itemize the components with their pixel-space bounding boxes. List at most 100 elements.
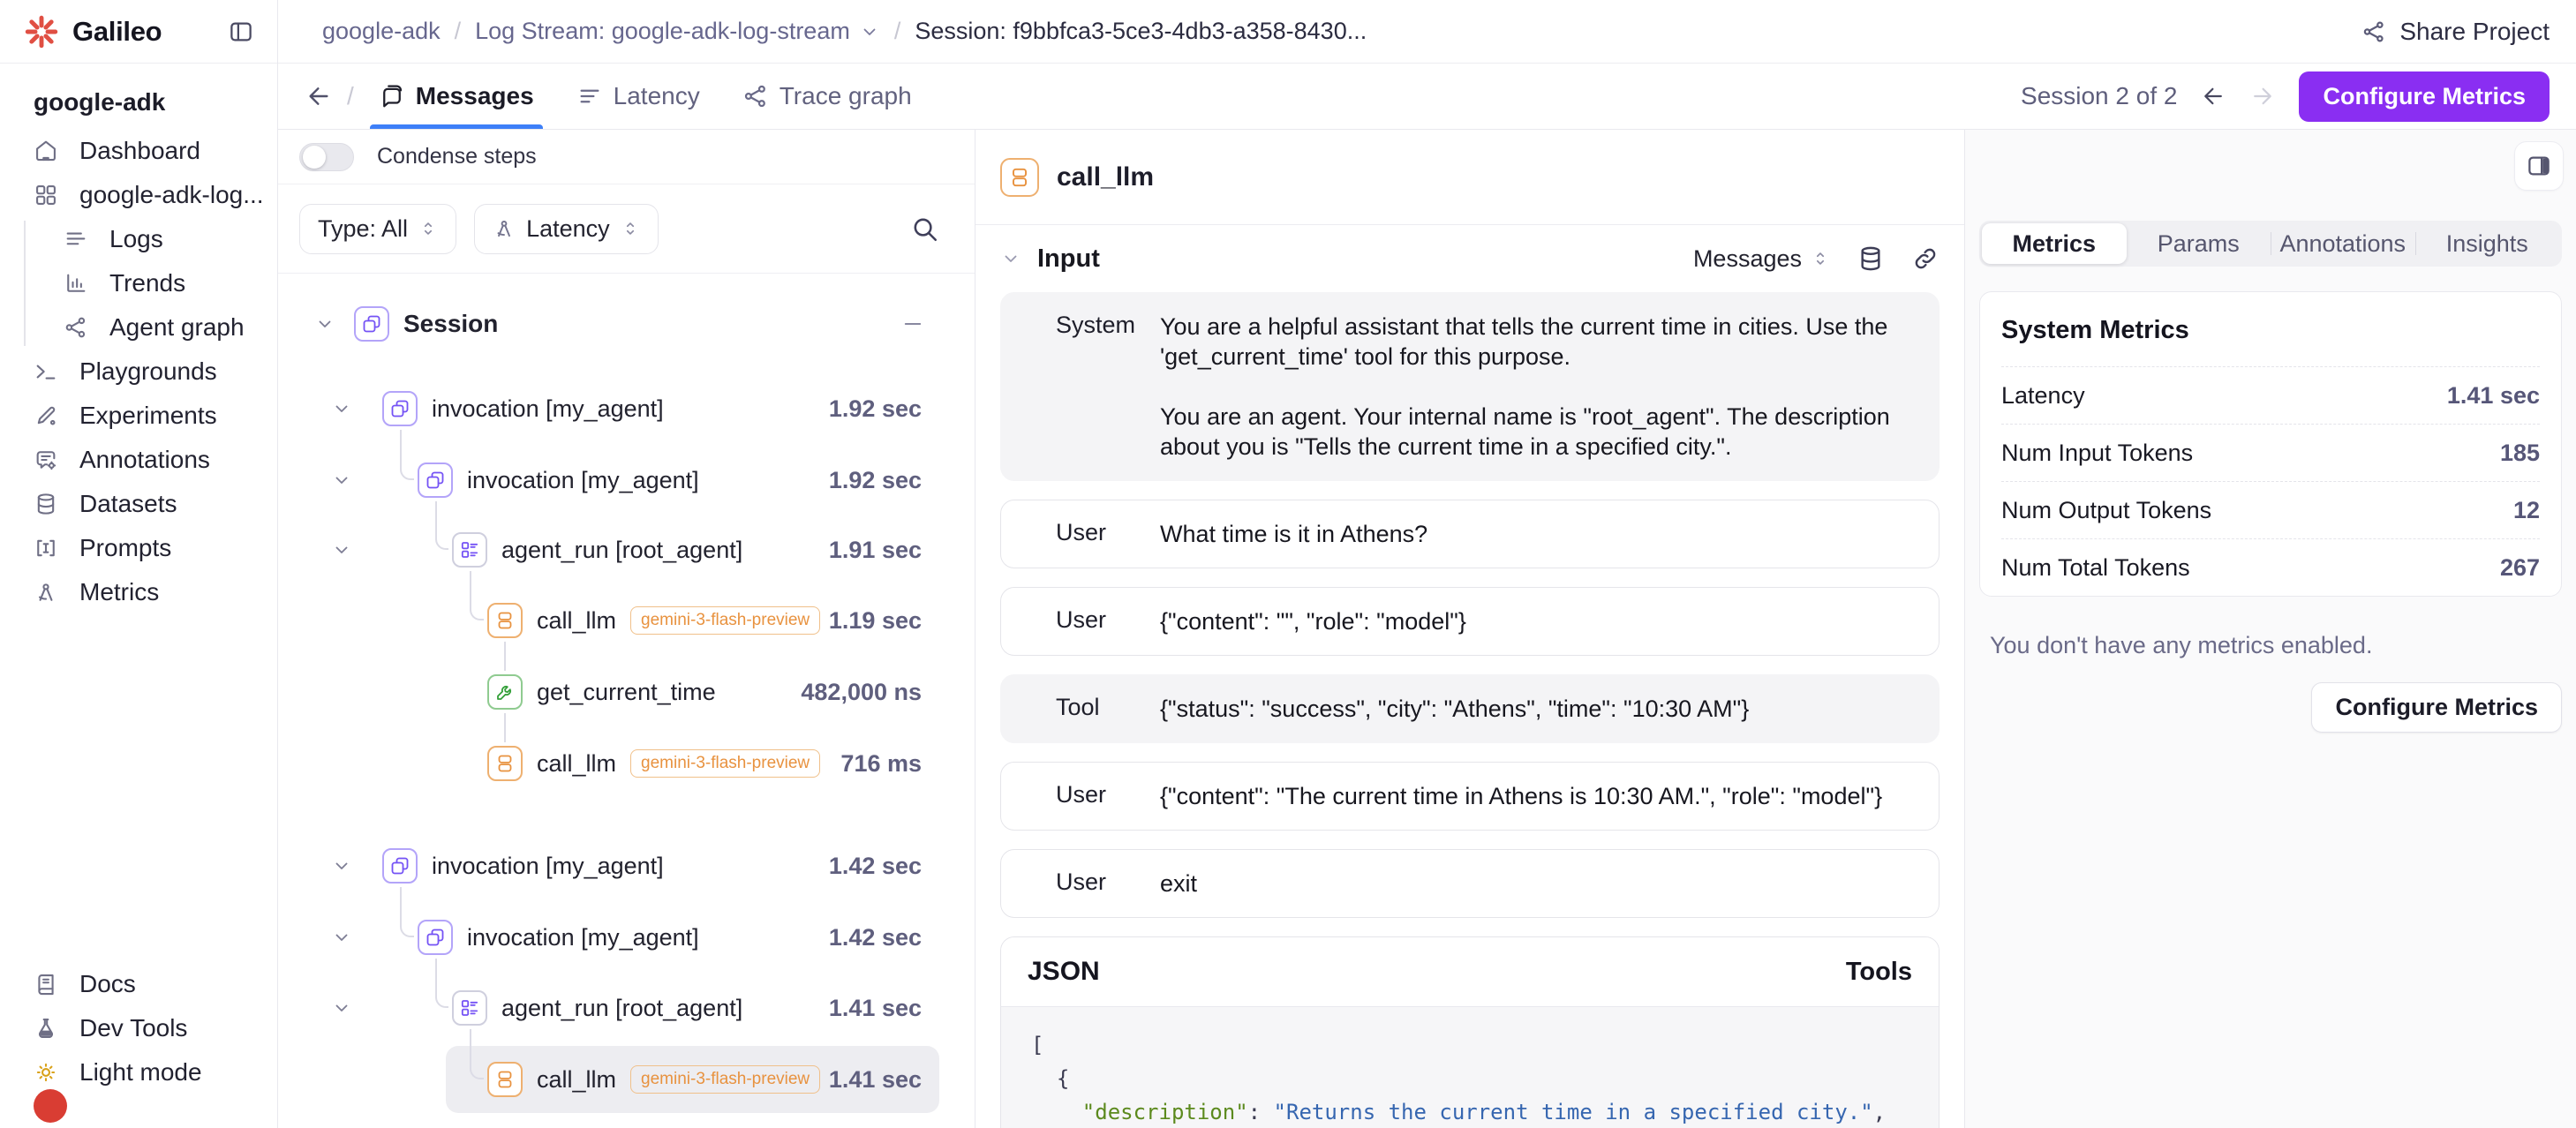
chevron-down-icon[interactable] (331, 539, 352, 560)
tree-row-call_llm[interactable]: call_llmgemini-3-flash-preview1.19 sec (278, 592, 975, 649)
collapse-minus-icon[interactable] (900, 312, 925, 336)
chevron-down-icon[interactable] (859, 21, 880, 42)
metric-row-num-input-tokens: Num Input Tokens185 (2001, 424, 2540, 481)
breadcrumb-label: Log Stream: google-adk-log-stream (475, 18, 850, 45)
sidebar-collapse-icon[interactable] (228, 19, 254, 45)
input-section-header: Input Messages (1000, 225, 1940, 292)
configure-metrics-secondary-button[interactable]: Configure Metrics (2311, 682, 2562, 733)
sidebar-item-datasets[interactable]: Datasets (0, 482, 277, 526)
message-card-user[interactable]: User{"content": "", "role": "model"} (1000, 587, 1940, 656)
tree-row-call_llm[interactable]: call_llmgemini-3-flash-preview1.41 sec (278, 1051, 975, 1108)
topbar: google-adk/Log Stream: google-adk-log-st… (278, 0, 2576, 64)
sidebar-body: google-adk Dashboardgoogle-adk-log...Log… (0, 64, 277, 1128)
breadcrumb-item[interactable]: Session: f9bbfca3-5ce3-4db3-a358-8430... (915, 18, 1367, 45)
tree-connector (435, 501, 448, 550)
tab-latency[interactable]: Latency (568, 64, 709, 129)
tree-row-get_current_time[interactable]: get_current_time482,000 ns (278, 664, 975, 720)
span-name-wrap: invocation [my_agent] (467, 909, 699, 966)
sidebar-item-experiments[interactable]: Experiments (0, 394, 277, 438)
json-punctuation (1031, 1100, 1082, 1124)
type-filter-dropdown[interactable]: Type: All (299, 204, 456, 254)
user-avatar[interactable] (34, 1089, 67, 1123)
metrics-tab-params[interactable]: Params (2127, 223, 2271, 264)
copy-link-icon[interactable] (1911, 244, 1940, 273)
metric-row-num-output-tokens: Num Output Tokens12 (2001, 481, 2540, 538)
tree-row-invocation-my_agent-[interactable]: invocation [my_agent]1.42 sec (278, 838, 975, 894)
tree-row-agent_run-root_agent-[interactable]: agent_run [root_agent]1.91 sec (278, 522, 975, 578)
sidebar-item-label: Playgrounds (79, 357, 217, 386)
tree-row-invocation-my_agent-[interactable]: invocation [my_agent]1.92 sec (278, 380, 975, 437)
json-punctuation: , (1873, 1100, 1886, 1124)
tree-connector (504, 642, 506, 671)
condense-steps-row: Condense steps (278, 130, 975, 184)
sidebar-item-prompts[interactable]: Prompts (0, 526, 277, 570)
condense-steps-toggle[interactable] (299, 143, 354, 171)
sidebar-item-agent-graph[interactable]: Agent graph (0, 305, 277, 350)
message-card-user[interactable]: User{"content": "The current time in Ath… (1000, 762, 1940, 831)
share-icon (2361, 19, 2387, 45)
sidebar-item-label: Metrics (79, 578, 159, 606)
tree-row-session[interactable]: Session (278, 296, 975, 352)
metrics-sidebar: MetricsParamsAnnotationsInsights System … (1964, 130, 2576, 1128)
raw-data-icon[interactable] (1857, 244, 1885, 273)
configure-metrics-button[interactable]: Configure Metrics (2299, 71, 2550, 122)
system-metrics-card: System Metrics Latency1.41 secNum Input … (1979, 291, 2562, 597)
dashboard-icon (34, 139, 58, 163)
sidebar-item-trends[interactable]: Trends (0, 261, 277, 305)
share-project-button[interactable]: Share Project (2361, 18, 2550, 46)
sidebar-item-dashboard[interactable]: Dashboard (0, 129, 277, 173)
sidebar-item-metrics[interactable]: Metrics (0, 570, 277, 614)
chevron-down-icon[interactable] (331, 927, 352, 948)
sidebar-item-google-adk-log-[interactable]: google-adk-log... (0, 173, 277, 217)
tab-trace-graph[interactable]: Trace graph (734, 64, 921, 129)
breadcrumb-item[interactable]: google-adk (322, 18, 441, 45)
chevron-down-icon[interactable] (331, 398, 352, 419)
metrics-tab-annotations[interactable]: Annotations (2271, 223, 2415, 264)
panel-collapse-icon[interactable] (2514, 141, 2564, 191)
tree-row-agent_run-root_agent-[interactable]: agent_run [root_agent]1.41 sec (278, 980, 975, 1036)
span-name: get_current_time (537, 679, 716, 706)
sidebar-item-annotations[interactable]: Annotations (0, 438, 277, 482)
sidebar-user-row[interactable] (0, 1084, 277, 1128)
tree-connector (470, 571, 484, 620)
span-name: call_llm (537, 1066, 616, 1094)
tree-row-invocation-my_agent-[interactable]: invocation [my_agent] 1.42 sec (278, 909, 975, 966)
message-text: exit (1160, 869, 1912, 899)
message-card-user[interactable]: UserWhat time is it in Athens? (1000, 500, 1940, 568)
input-section-label: Input (1037, 244, 1100, 274)
tab-messages[interactable]: Messages (370, 64, 543, 129)
message-card-system[interactable]: SystemYou are a helpful assistant that t… (1000, 292, 1940, 481)
tree-filter-row: Type: All Latency (278, 184, 975, 274)
message-role-label: User (1056, 519, 1160, 549)
breadcrumb-label: google-adk (322, 18, 441, 45)
span-duration: 1.42 sec (829, 909, 922, 966)
span-name-wrap: call_llmgemini-3-flash-preview (537, 735, 820, 792)
next-session-arrow-icon[interactable] (2249, 83, 2276, 109)
sidebar-item-dev-tools[interactable]: Dev Tools (0, 1006, 277, 1050)
span-name-wrap: agent_run [root_agent] (501, 522, 742, 578)
metric-label: Num Total Tokens (2001, 554, 2190, 582)
message-view-selector[interactable]: Messages (1693, 245, 1830, 273)
search-icon[interactable] (909, 214, 939, 244)
metrics-tab-insights[interactable]: Insights (2415, 223, 2560, 264)
message-card-user[interactable]: Userexit (1000, 849, 1940, 918)
tree-row-call_llm[interactable]: call_llmgemini-3-flash-preview716 ms (278, 735, 975, 792)
message-card-tool[interactable]: Tool{"status": "success", "city": "Athen… (1000, 674, 1940, 743)
chevron-down-icon[interactable] (331, 855, 352, 876)
system-metrics-rows: Latency1.41 secNum Input Tokens185Num Ou… (2001, 366, 2540, 596)
breadcrumb-item[interactable]: Log Stream: google-adk-log-stream (475, 18, 880, 45)
sidebar-item-playgrounds[interactable]: Playgrounds (0, 350, 277, 394)
chevron-down-icon[interactable] (331, 997, 352, 1019)
chevron-down-icon[interactable] (314, 313, 335, 335)
sort-metric-dropdown[interactable]: Latency (474, 204, 659, 254)
chevron-down-icon[interactable] (1000, 248, 1021, 269)
sidebar-item-logs[interactable]: Logs (0, 217, 277, 261)
back-arrow-icon[interactable] (305, 82, 333, 110)
chevron-down-icon[interactable] (331, 470, 352, 491)
sidebar-item-docs[interactable]: Docs (0, 962, 277, 1006)
previous-session-arrow-icon[interactable] (2200, 83, 2226, 109)
tree-row-invocation-my_agent-[interactable]: invocation [my_agent]1.92 sec (278, 452, 975, 508)
metrics-tab-metrics[interactable]: Metrics (1982, 223, 2127, 264)
main-column: google-adk/Log Stream: google-adk-log-st… (278, 0, 2576, 1128)
network-icon (742, 83, 769, 109)
